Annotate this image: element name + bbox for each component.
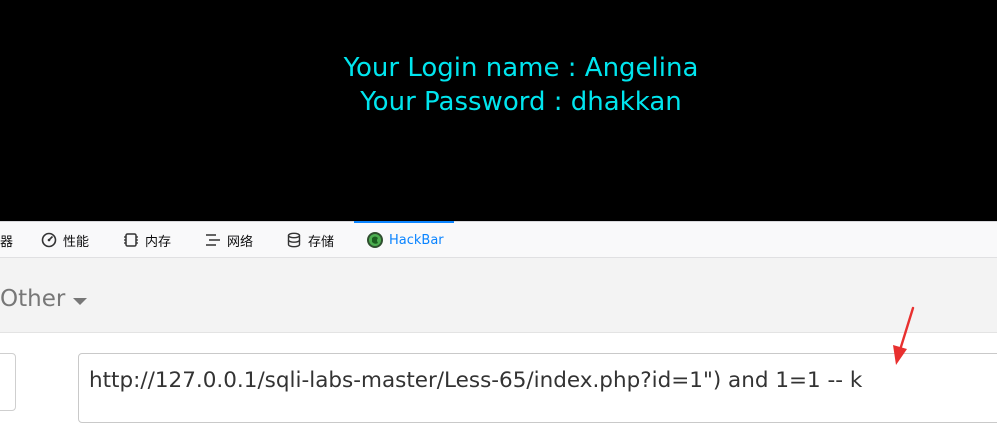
tab-memory[interactable]: 内存 <box>122 222 171 258</box>
url-panel: http://127.0.0.1/sqli-labs-master/Less-6… <box>0 333 997 423</box>
url-input[interactable]: http://127.0.0.1/sqli-labs-master/Less-6… <box>78 353 997 423</box>
page-content: Your Login name : Angelina Your Password… <box>0 0 997 221</box>
other-dropdown[interactable]: Other <box>0 286 88 312</box>
tab-label: 内存 <box>145 234 172 250</box>
performance-gauge-icon <box>40 231 58 249</box>
tab-performance[interactable]: 性能 <box>40 222 89 258</box>
other-dropdown-label: Other <box>0 286 66 312</box>
tab-storage[interactable]: 存储 <box>285 222 334 258</box>
login-name-text: Your Login name : Angelina <box>343 53 699 83</box>
tab-label: HackBar <box>389 232 444 248</box>
tab-inspector-partial[interactable]: 器 <box>0 222 13 258</box>
devtools-tab-bar: 器 性能 内存 网络 存储 HackBar <box>0 221 997 258</box>
storage-database-icon <box>285 231 303 249</box>
password-text: Your Password : dhakkan <box>360 87 682 117</box>
network-icon <box>204 231 222 249</box>
chevron-down-icon <box>73 297 88 305</box>
tab-network[interactable]: 网络 <box>204 222 253 258</box>
side-control[interactable] <box>0 353 16 411</box>
hackbar-menu-bar: Other <box>0 258 997 333</box>
tab-label: 性能 <box>63 234 90 250</box>
annotation-arrow-icon <box>893 306 915 365</box>
tab-hackbar[interactable]: HackBar <box>354 221 454 258</box>
tab-label: 网络 <box>227 234 254 250</box>
tab-label: 存储 <box>308 234 335 250</box>
tab-label: 器 <box>0 234 14 250</box>
memory-chip-icon <box>122 231 140 249</box>
hackbar-icon <box>366 231 384 249</box>
